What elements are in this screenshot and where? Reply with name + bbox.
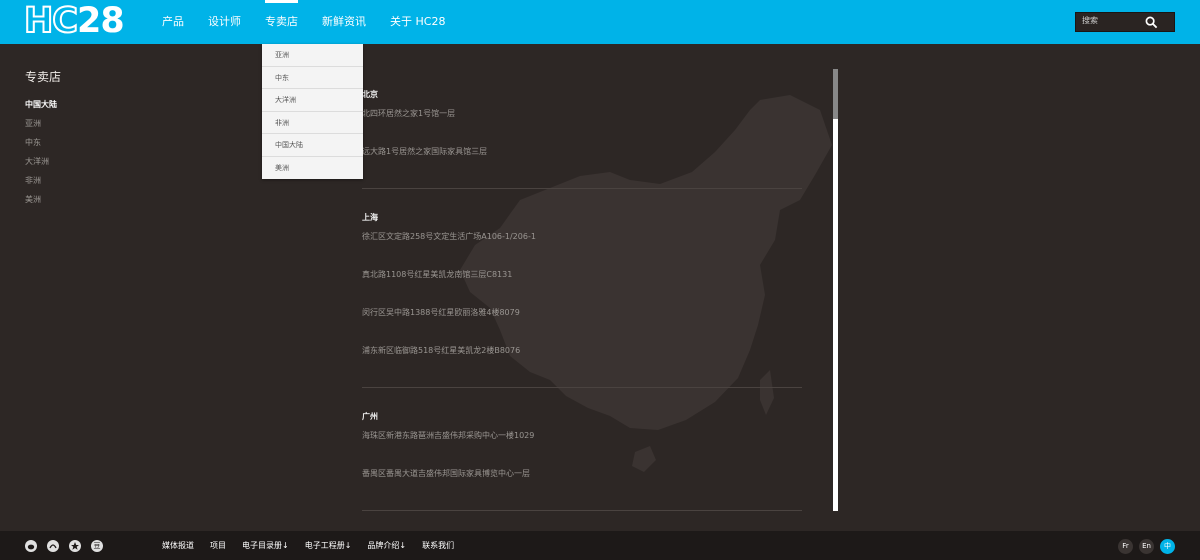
store-address[interactable]: 北四环居然之家1号馆一层 — [362, 102, 802, 140]
dropdown-item-americas[interactable]: 美洲 — [262, 157, 363, 180]
nav-about[interactable]: 关于 HC28 — [390, 0, 445, 44]
city-block-guangzhou: 广州 海珠区新港东路琶洲吉盛伟邦采购中心一楼1029 番禺区番禺大道吉盛伟邦国际… — [362, 410, 802, 511]
social-icon[interactable] — [47, 540, 59, 552]
region-item-asia[interactable]: 亚洲 — [25, 118, 57, 137]
store-address[interactable]: 真北路1108号红星美凯龙南馆三层C8131 — [362, 263, 802, 301]
dropdown-item-middle-east[interactable]: 中东 — [262, 67, 363, 89]
lang-fr[interactable]: Fr — [1118, 539, 1133, 554]
store-address[interactable]: 远大路1号居然之家国际家具馆三层 — [362, 140, 802, 178]
region-item-middle-east[interactable]: 中东 — [25, 137, 57, 156]
region-item-africa[interactable]: 非洲 — [25, 175, 57, 194]
lang-en[interactable]: En — [1139, 539, 1154, 554]
footer-link-contact[interactable]: 联系我们 — [422, 539, 454, 553]
city-title: 广州 — [362, 412, 378, 421]
footer-link-media[interactable]: 媒体报道 — [162, 539, 194, 553]
search-input[interactable]: 搜索 — [1075, 12, 1175, 32]
footer-link-catalog[interactable]: 电子目录册↓ — [242, 539, 289, 553]
logo[interactable]: HC28 — [23, 1, 125, 41]
city-block-shanghai: 上海 徐汇区文定路258号文定生活广场A106-1/206-1 真北路1108号… — [362, 211, 802, 388]
star-icon[interactable] — [69, 540, 81, 552]
region-item-americas[interactable]: 美洲 — [25, 194, 57, 213]
footer-link-brand[interactable]: 品牌介绍↓ — [367, 539, 406, 553]
dropdown-item-africa[interactable]: 非洲 — [262, 112, 363, 134]
dropdown-item-china[interactable]: 中国大陆 — [262, 134, 363, 157]
douban-icon[interactable]: 豆 — [91, 540, 103, 552]
city-block-beijing: 北京 北四环居然之家1号馆一层 远大路1号居然之家国际家具馆三层 — [362, 88, 802, 189]
scrollbar[interactable] — [833, 69, 838, 511]
store-address[interactable]: 闵行区吴中路1388号红星欧丽洛雅4楼8079 — [362, 301, 802, 339]
dropdown-item-asia[interactable]: 亚洲 — [262, 44, 363, 67]
nav-stores[interactable]: 专卖店 — [265, 0, 298, 44]
store-address[interactable]: 番禺区番禺大道吉盛伟邦国际家具博览中心一层 — [362, 462, 802, 500]
region-item-china[interactable]: 中国大陆 — [25, 99, 57, 118]
main-nav: 产品 设计师 专卖店 新鲜资讯 关于 HC28 — [162, 0, 469, 44]
city-title: 北京 — [362, 90, 378, 99]
footer-link-projects[interactable]: 项目 — [210, 539, 226, 553]
language-switcher: Fr En 中 — [1118, 539, 1181, 554]
dropdown-item-oceania[interactable]: 大洋洲 — [262, 89, 363, 112]
store-address[interactable]: 浦东新区临御路518号红星美凯龙2楼B8076 — [362, 339, 802, 377]
scrollbar-thumb[interactable] — [833, 69, 838, 119]
social-links: 豆 — [25, 540, 113, 552]
stores-dropdown-menu: 亚洲 中东 大洋洲 非洲 中国大陆 美洲 — [262, 44, 363, 179]
lang-zh[interactable]: 中 — [1160, 539, 1175, 554]
nav-news[interactable]: 新鲜资讯 — [322, 0, 366, 44]
sidebar-title: 专卖店 — [25, 70, 62, 84]
region-item-oceania[interactable]: 大洋洲 — [25, 156, 57, 175]
search-placeholder: 搜索 — [1082, 16, 1098, 25]
store-list: 北京 北四环居然之家1号馆一层 远大路1号居然之家国际家具馆三层 上海 徐汇区文… — [362, 88, 802, 533]
weibo-icon[interactable] — [25, 540, 37, 552]
search-icon[interactable] — [1145, 16, 1158, 29]
footer-links: 媒体报道 项目 电子目录册↓ 电子工程册↓ 品牌介绍↓ 联系我们 — [162, 539, 470, 553]
footer: 豆 媒体报道 项目 电子目录册↓ 电子工程册↓ 品牌介绍↓ 联系我们 Fr En… — [0, 531, 1200, 560]
nav-products[interactable]: 产品 — [162, 0, 184, 44]
store-address[interactable]: 海珠区新港东路琶洲吉盛伟邦采购中心一楼1029 — [362, 424, 802, 462]
region-list: 中国大陆 亚洲 中东 大洋洲 非洲 美洲 — [25, 99, 57, 213]
header: HC28 产品 设计师 专卖店 新鲜资讯 关于 HC28 搜索 — [0, 0, 1200, 44]
city-title: 上海 — [362, 213, 378, 222]
nav-designers[interactable]: 设计师 — [208, 0, 241, 44]
footer-link-engineering[interactable]: 电子工程册↓ — [305, 539, 352, 553]
store-address[interactable]: 徐汇区文定路258号文定生活广场A106-1/206-1 — [362, 225, 802, 263]
